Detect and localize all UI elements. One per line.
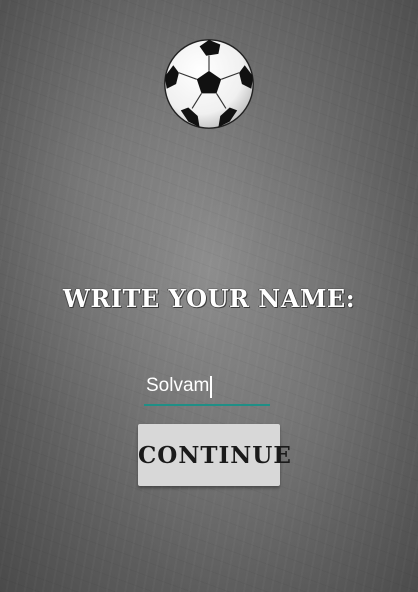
name-input[interactable] [144,372,270,406]
continue-button[interactable]: CONTINUE [138,424,291,486]
name-prompt-label: WRITE YOUR NAME: [62,284,356,313]
soccer-ball-icon [164,39,254,129]
text-cursor [210,376,212,398]
